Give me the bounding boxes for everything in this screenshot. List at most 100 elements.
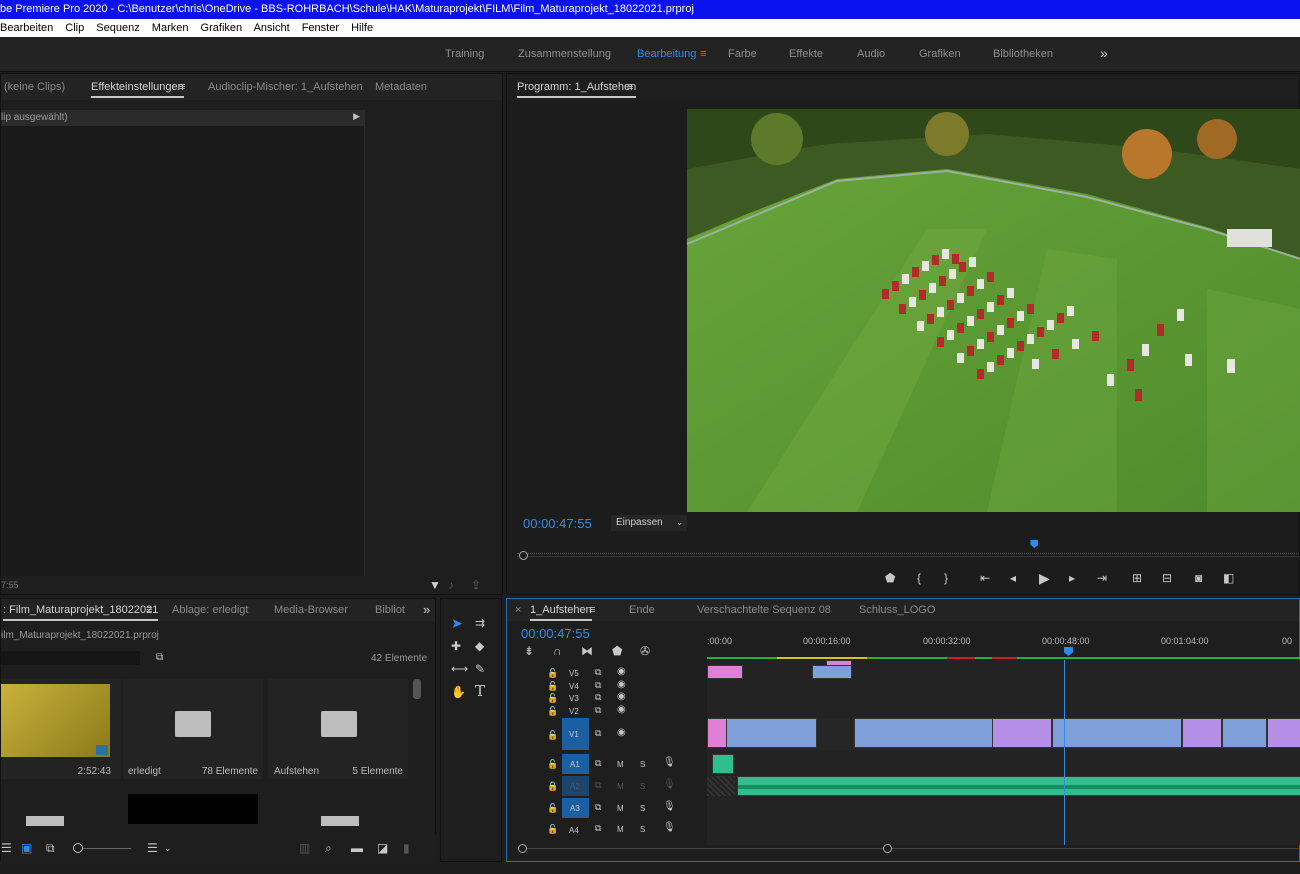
list-view-icon[interactable]: ☰ (1, 841, 12, 855)
program-ruler[interactable] (517, 546, 1300, 554)
new-bin-from-search-icon[interactable]: ⧉ (156, 651, 163, 665)
search-icon[interactable]: ⌕ (325, 841, 332, 855)
tab-sequence-ende[interactable]: Ende (629, 604, 655, 616)
menu-sequenz[interactable]: Sequenz (96, 22, 139, 34)
microphone-icon[interactable]: 🎙 (663, 800, 676, 814)
step-forward-icon[interactable]: ▸ (1069, 571, 1075, 585)
track-target-a3[interactable]: A3 (562, 798, 589, 818)
toggle-sync-icon[interactable]: ⧉ (595, 703, 601, 717)
tab-bibliotheken[interactable]: Bibliot (375, 604, 405, 616)
program-video-frame[interactable] (687, 109, 1300, 512)
workspace-menu-icon[interactable]: ≡ (700, 48, 706, 60)
zoom-slider-track[interactable] (83, 848, 131, 849)
clip-v6-overlay[interactable] (826, 660, 852, 666)
workspace-tab-audio[interactable]: Audio (857, 48, 885, 60)
project-overflow-icon[interactable]: » (423, 602, 430, 617)
clip-v5-title[interactable] (707, 665, 743, 679)
tab-effekteinstellungen[interactable]: Effekteinstellungen (91, 81, 184, 98)
compare-view-icon[interactable]: ◧ (1223, 571, 1234, 585)
lock-icon[interactable]: 🔓 (547, 822, 558, 836)
go-to-out-icon[interactable]: ⇥ (1097, 571, 1107, 585)
expand-arrow-icon[interactable]: ▶ (353, 111, 360, 122)
eye-icon[interactable]: ◉ (617, 703, 626, 717)
solo-button[interactable]: S (640, 758, 645, 772)
tab-metadaten[interactable]: Metadaten (375, 81, 427, 93)
track-label-a4[interactable]: A4 (569, 826, 579, 835)
clip-a1[interactable] (712, 754, 734, 774)
track-target-a1[interactable]: A1 (562, 754, 589, 774)
solo-button[interactable]: S (640, 802, 645, 816)
toggle-sync-icon[interactable]: ⧉ (595, 778, 601, 792)
eye-icon[interactable]: ◉ (617, 665, 626, 679)
razor-tool-icon[interactable]: ◆ (475, 639, 484, 653)
clip-v1-title[interactable] (707, 718, 727, 748)
track-label-v3[interactable]: V3 (569, 694, 579, 703)
toggle-sync-icon[interactable]: ⧉ (595, 690, 601, 704)
fit-dropdown[interactable]: Einpassen ⌄ (611, 515, 687, 531)
tab-sequence-1-aufstehen[interactable]: 1_Aufstehen (530, 604, 592, 621)
selection-tool-icon[interactable]: ➤ (451, 616, 463, 630)
close-icon[interactable]: × (515, 604, 521, 616)
clip-v1-g[interactable] (1267, 718, 1300, 748)
timeline-scroll-end-handle[interactable] (883, 844, 892, 853)
track-label-v4[interactable]: V4 (569, 682, 579, 691)
program-monitor-title[interactable]: Programm: 1_Aufstehen (517, 81, 637, 98)
eye-icon[interactable]: ◉ (617, 726, 626, 740)
solo-button[interactable]: S (640, 823, 645, 837)
track-label-v2[interactable]: V2 (569, 707, 579, 716)
play-icon[interactable]: ▶ (1039, 571, 1050, 585)
eye-icon[interactable]: ◉ (617, 690, 626, 704)
project-item-folder-erledigt[interactable]: erledigt 78 Elemente (123, 679, 263, 779)
type-tool-icon[interactable]: T (475, 684, 485, 699)
extract-icon[interactable]: ⊟ (1162, 571, 1172, 585)
clip-v1-d[interactable] (1052, 718, 1182, 748)
new-item-icon[interactable]: ◪ (377, 841, 388, 855)
mute-button[interactable]: M (617, 802, 624, 816)
mark-out-icon[interactable]: } (944, 571, 948, 585)
toggle-sync-icon[interactable]: ⧉ (595, 665, 601, 679)
program-zoom-handle[interactable] (519, 551, 528, 560)
lock-icon[interactable]: 🔓 (547, 728, 558, 742)
clip-v1-e[interactable] (1182, 718, 1222, 748)
sort-icon[interactable]: ☰ (147, 841, 158, 855)
workspace-tab-grafiken[interactable]: Grafiken (919, 48, 961, 60)
wrench-icon[interactable]: ✇ (640, 644, 650, 658)
toggle-sync-icon[interactable]: ⧉ (595, 756, 601, 770)
ripple-edit-tool-icon[interactable]: ✚ (451, 639, 461, 653)
chevron-down-icon[interactable]: ⌄ (164, 841, 172, 855)
timeline-scrollbar[interactable] (517, 848, 1300, 849)
tab-media-browser[interactable]: Media-Browser (274, 604, 348, 616)
zoom-slider-handle[interactable] (73, 843, 83, 853)
mark-in-icon[interactable]: { (917, 571, 921, 585)
lock-icon[interactable]: 🔓 (547, 704, 558, 718)
pen-tool-icon[interactable]: ✎ (475, 662, 485, 676)
tab-sequence-schluss-logo[interactable]: Schluss_LOGO (859, 604, 935, 616)
project-menu-icon[interactable]: ≡ (146, 604, 152, 616)
timeline-scroll-start-handle[interactable] (518, 844, 527, 853)
hand-tool-icon[interactable]: ✋ (451, 685, 466, 699)
clip-v1-b[interactable] (854, 718, 994, 748)
menu-bearbeiten[interactable]: Bearbeiten (0, 22, 53, 34)
timeline-timecode[interactable]: 00:00:47:55 (521, 626, 590, 641)
lock-icon[interactable]: 🔓 (547, 666, 558, 680)
panel-menu-icon[interactable]: ≡ (179, 81, 185, 93)
lock-icon[interactable]: 🔓 (547, 691, 558, 705)
workspace-tab-farbe[interactable]: Farbe (728, 48, 757, 60)
step-back-icon[interactable]: ◂ (1010, 571, 1016, 585)
workspace-tab-bibliotheken[interactable]: Bibliotheken (993, 48, 1053, 60)
toggle-sync-icon[interactable]: ⧉ (595, 726, 601, 740)
snap-magnet-icon[interactable]: ∩ (553, 644, 562, 658)
timeline-tracks[interactable] (707, 660, 1300, 845)
workspace-tab-bearbeitung[interactable]: Bearbeitung (637, 48, 696, 60)
solo-button[interactable]: S (640, 780, 645, 794)
tab-sequence-verschachtelt-08[interactable]: Verschachtelte Sequenz 08 (697, 604, 831, 616)
clip-v1-f[interactable] (1222, 718, 1267, 748)
timeline-playhead[interactable] (1064, 660, 1065, 845)
tab-keine-clips[interactable]: (keine Clips) (4, 81, 65, 93)
tab-ablage-erledigt[interactable]: Ablage: erledigt (172, 604, 248, 616)
program-timecode[interactable]: 00:00:47:55 (523, 516, 592, 531)
track-target-a2[interactable]: A2 (562, 776, 589, 796)
lock-icon[interactable]: 🔒 (547, 779, 558, 793)
project-item-video[interactable]: 2:52:43 (1, 679, 121, 779)
workspace-tab-training[interactable]: Training (445, 48, 484, 60)
